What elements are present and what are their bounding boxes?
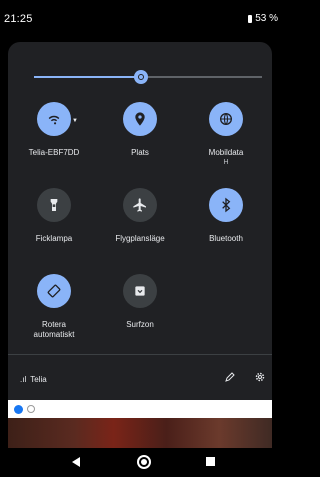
brightness-track-active bbox=[34, 76, 137, 78]
bluetooth-icon[interactable] bbox=[209, 188, 243, 222]
battery-icon bbox=[248, 14, 253, 23]
battery-status: 53 % bbox=[248, 13, 278, 24]
globe-icon[interactable] bbox=[209, 102, 243, 136]
carrier-info: .ıl Telia bbox=[20, 375, 47, 384]
flashlight-icon[interactable] bbox=[37, 188, 71, 222]
battery-percent: 53 % bbox=[255, 13, 278, 24]
background-photo bbox=[8, 418, 272, 448]
signal-icon: .ıl bbox=[20, 375, 27, 384]
expand-icon[interactable] bbox=[27, 405, 35, 413]
hotspot-icon[interactable] bbox=[123, 274, 157, 308]
carrier-name: Telia bbox=[30, 375, 47, 384]
auto-rotate-icon[interactable] bbox=[37, 274, 71, 308]
tile-bluetooth[interactable]: Bluetooth bbox=[186, 188, 266, 244]
airplane-icon[interactable] bbox=[123, 188, 157, 222]
navigation-bar bbox=[0, 448, 278, 477]
tile-auto-rotate[interactable]: Rotera automatiskt bbox=[14, 274, 94, 340]
tile-label: Mobildata bbox=[208, 148, 244, 157]
brightness-slider[interactable] bbox=[34, 70, 262, 84]
tile-label: Flygplansläge bbox=[115, 234, 165, 243]
quick-settings-footer: .ıl Telia bbox=[8, 354, 272, 401]
gear-icon[interactable] bbox=[254, 371, 266, 383]
tile-wifi[interactable]: ▼ Telia-EBF7DD bbox=[14, 102, 94, 158]
tile-label: Rotera automatiskt bbox=[33, 320, 75, 339]
tile-mobile-data[interactable]: Mobildata H bbox=[186, 102, 266, 168]
tile-sublabel: H bbox=[223, 159, 229, 166]
brightness-sun-icon[interactable] bbox=[134, 70, 148, 84]
tile-label: Plats bbox=[131, 148, 149, 157]
tile-flashlight[interactable]: Ficklampa bbox=[14, 188, 94, 244]
edit-pencil-icon[interactable] bbox=[224, 371, 236, 383]
tile-label: Surfzon bbox=[126, 320, 154, 329]
brightness-track-inactive bbox=[145, 76, 262, 78]
status-time: 21:25 bbox=[4, 13, 33, 25]
notification-strip[interactable] bbox=[8, 400, 272, 418]
tile-label: Bluetooth bbox=[209, 234, 243, 243]
status-bar: 21:25 53 % bbox=[0, 0, 278, 42]
tile-airplane-mode[interactable]: Flygplansläge bbox=[100, 188, 180, 244]
wifi-icon[interactable]: ▼ bbox=[37, 102, 78, 136]
tile-label: Ficklampa bbox=[35, 234, 73, 243]
back-icon[interactable] bbox=[72, 457, 80, 467]
location-icon[interactable] bbox=[123, 102, 157, 136]
messenger-icon bbox=[14, 404, 23, 414]
home-icon[interactable] bbox=[137, 455, 151, 469]
recents-icon[interactable] bbox=[206, 457, 215, 466]
tile-hotspot[interactable]: Surfzon bbox=[100, 274, 180, 330]
wifi-dropdown-icon[interactable]: ▼ bbox=[72, 118, 78, 124]
tile-location[interactable]: Plats bbox=[100, 102, 180, 158]
tile-label: Telia-EBF7DD bbox=[28, 148, 80, 157]
android-screen: 21:25 53 % ▼ Telia-EBF7DD Plats Mobildat… bbox=[0, 0, 278, 477]
quick-settings-panel: ▼ Telia-EBF7DD Plats Mobildata H Ficklam… bbox=[8, 42, 272, 400]
